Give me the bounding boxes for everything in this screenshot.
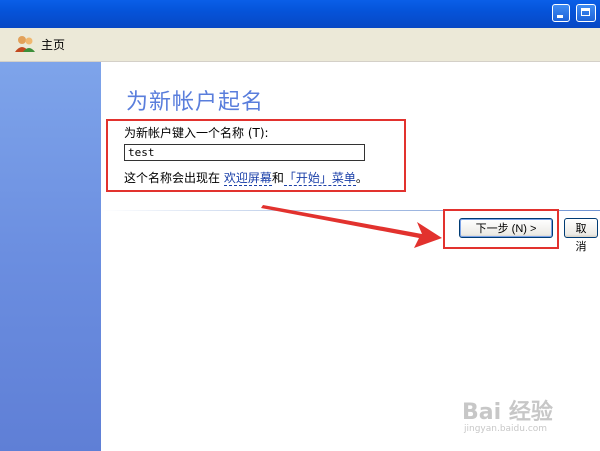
watermark: Bai 经验 jingyan.baidu.com (462, 392, 596, 442)
note-suffix: 。 (355, 171, 368, 185)
watermark-logo: Bai 经验 (462, 400, 553, 425)
welcome-screen-link[interactable]: 欢迎屏幕 (223, 171, 272, 186)
wizard-sidebar (0, 62, 101, 451)
watermark-url: jingyan.baidu.com (464, 424, 548, 434)
home-button[interactable]: 主页 (14, 34, 65, 54)
page-title: 为新帐户起名 (126, 90, 265, 115)
start-menu-link[interactable]: 「开始」菜单 (283, 171, 356, 186)
account-name-input[interactable] (124, 144, 365, 161)
next-button[interactable]: 下一步 (N) > (459, 218, 553, 238)
note-mid: 和 (271, 171, 284, 185)
users-icon (15, 36, 35, 52)
button-separator (101, 210, 600, 211)
note-prefix: 这个名称会出现在 (124, 171, 224, 185)
cancel-button[interactable]: 取消 (564, 218, 598, 253)
name-note: 这个名称会出现在 欢迎屏幕和「开始」菜单。 (124, 169, 368, 186)
minimize-icon[interactable] (552, 4, 570, 22)
home-label: 主页 (41, 37, 66, 52)
maximize-icon[interactable] (576, 4, 596, 22)
window-titlebar (0, 0, 600, 28)
name-field-label: 为新帐户键入一个名称 (T): (124, 126, 269, 140)
toolbar: 主页 (0, 28, 600, 75)
